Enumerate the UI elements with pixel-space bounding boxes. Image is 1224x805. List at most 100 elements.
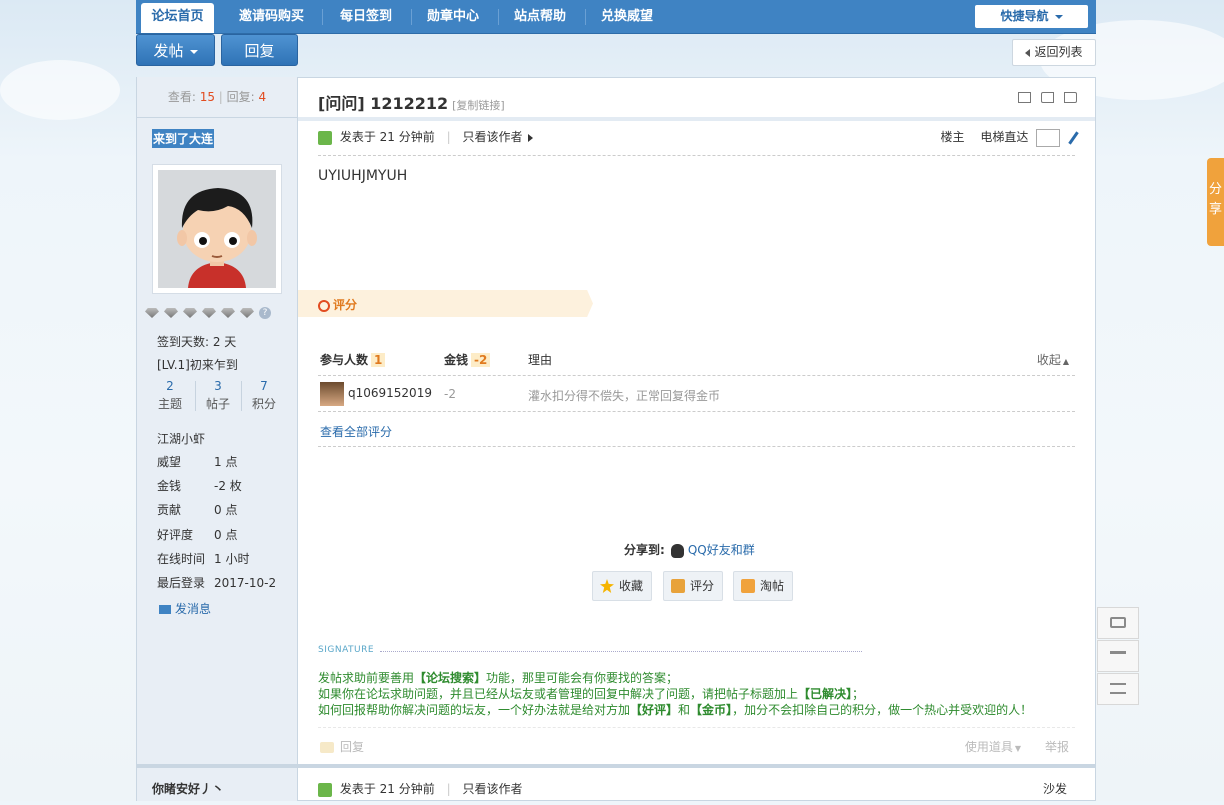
count-posts[interactable]: 3 帖子: [195, 377, 241, 413]
count-threads[interactable]: 2 主题: [147, 377, 193, 413]
chevron-up-icon: ▲: [1062, 357, 1069, 366]
signature-text: 发帖求助前要善用: [318, 671, 415, 685]
post-status-icon: [318, 782, 332, 797]
profile-value: 0 点: [214, 503, 238, 517]
signature-line-2: 如果你在论坛求助问题，并且已经从坛友或者管理的回复中解决了问题，请把帖子标题加上…: [318, 685, 864, 702]
new-post-button[interactable]: 发帖: [136, 34, 215, 66]
back-to-list-label: 返回列表: [1034, 45, 1083, 59]
nav-divider: [498, 9, 499, 25]
col-reason: 理由: [528, 353, 553, 367]
nav-daily-checkin[interactable]: 每日签到: [340, 0, 392, 33]
back-to-list-button[interactable]: 返回列表: [1012, 39, 1096, 66]
profile-key: 贡献: [157, 503, 182, 517]
nav-site-help[interactable]: 站点帮助: [514, 0, 566, 33]
next-post-meta-left: 发表于 21 分钟前 | 只看该作者: [318, 780, 522, 797]
copy-link[interactable]: [复制链接]: [452, 99, 505, 112]
top-nav: 论坛首页 邀请码购买 每日签到 勋章中心 站点帮助 兑换威望: [136, 0, 1096, 34]
chevron-down-icon: [1054, 14, 1063, 19]
medal-row: ?: [145, 307, 271, 321]
send-message-label: 发消息: [175, 602, 212, 616]
elevator-label: 电梯直达: [980, 130, 1029, 144]
nav-divider: [585, 9, 586, 25]
prev-thread-icon[interactable]: [1041, 92, 1055, 103]
rater-money: -2: [444, 387, 456, 401]
profile-row: 金钱 -2 枚: [157, 477, 242, 494]
col-participants-label: 参与人数: [320, 353, 369, 367]
user-rank[interactable]: 江湖小虾: [157, 430, 205, 447]
quick-reply-button[interactable]: [1097, 607, 1139, 639]
signature-line-1: 发帖求助前要善用【论坛搜索】功能，那里可能会有你要找的答案；: [318, 669, 678, 686]
send-message-link[interactable]: 发消息: [159, 600, 211, 617]
next-thread-icon[interactable]: [1064, 92, 1077, 103]
next-post-author-block: 你睹安好丿丶: [137, 764, 297, 796]
next-only-author-link[interactable]: 只看该作者: [462, 782, 522, 796]
rater-avatar[interactable]: [320, 382, 344, 406]
user-level[interactable]: [LV.1]初来乍到: [157, 356, 238, 373]
nav-exchange-prestige[interactable]: 兑换威望: [601, 0, 653, 33]
use-tool-label: 使用道具: [964, 740, 1013, 754]
print-icon[interactable]: [1018, 92, 1032, 103]
reply-link[interactable]: 回复: [320, 738, 364, 755]
only-author-link[interactable]: 只看该作者: [462, 130, 522, 144]
post-content: UYIUHJMYUH: [318, 168, 408, 184]
avatar[interactable]: [152, 164, 282, 294]
share-to: 分享到: QQ好友和群: [624, 541, 755, 558]
collapse-link[interactable]: 收起 ▲: [1037, 351, 1069, 368]
rating-banner-label: 评分: [318, 296, 357, 313]
nav-buy-invite[interactable]: 邀请码购买: [239, 0, 304, 33]
view-all-ratings-link[interactable]: 查看全部评分: [320, 423, 392, 440]
floor-label: 楼主: [940, 130, 965, 144]
nav-forum-home[interactable]: 论坛首页: [141, 3, 214, 33]
profile-row: 在线时间 1 小时: [157, 550, 249, 567]
checkin-days: 签到天数: 2 天: [157, 335, 237, 349]
rate-button[interactable]: 评分: [663, 571, 723, 601]
star-icon: [600, 579, 614, 593]
quick-nav-button[interactable]: 快捷导航: [975, 5, 1088, 28]
favorite-label: 收藏: [619, 579, 644, 593]
replies-label: 回复:: [226, 90, 255, 104]
signature-line-3: 如何回报帮助你解决问题的坛友，一个好办法就是给对方加【好评】和【金币】，加分不会…: [318, 701, 1032, 718]
signature-text: 和: [678, 703, 691, 717]
count-value: 7: [260, 379, 268, 393]
list-icon: [1110, 683, 1126, 694]
next-post-time: 发表于 21 分钟前: [339, 782, 435, 796]
avatar-illustration: [158, 170, 276, 288]
profile-key: 好评度: [157, 528, 194, 542]
count-label: 帖子: [205, 397, 230, 411]
rater-reason: 灌水扣分得不偿失，正常回复得金币: [528, 389, 721, 403]
nav-divider: [411, 9, 412, 25]
rating-banner: 评分: [298, 290, 593, 317]
back-to-top-button[interactable]: [1097, 640, 1139, 672]
count-value: 3: [214, 379, 222, 393]
count-label: 主题: [157, 397, 182, 411]
author-name[interactable]: 来到了大连: [152, 129, 215, 148]
next-post-meta: 发表于 21 分钟前 | 只看该作者 沙发: [298, 764, 1095, 805]
col-money-label: 金钱: [444, 353, 469, 367]
help-icon[interactable]: ?: [259, 307, 271, 319]
favorite-button[interactable]: 收藏: [592, 571, 652, 601]
collect-button[interactable]: 淘帖: [733, 571, 793, 601]
count-points[interactable]: 7 积分: [241, 377, 287, 413]
stats-divider: |: [218, 90, 223, 104]
rating-header: 参与人数 1 金钱 -2 理由 收起 ▲: [318, 344, 1075, 376]
profile-value: 1 点: [214, 455, 238, 469]
share-qq-link[interactable]: QQ好友和群: [688, 543, 755, 557]
rater-name[interactable]: q1069152019: [348, 386, 432, 400]
use-tool-menu[interactable]: 使用道具 ▼: [965, 738, 1021, 755]
post-meta-right: 楼主 电梯直达: [940, 128, 1079, 147]
signature-text: ，加分不会扣除自己的积分，做一个热心并受欢迎的人！: [732, 703, 1033, 717]
floor-jump-input[interactable]: [1036, 128, 1061, 147]
thread-title: [问问] 1212212 [复制链接]: [318, 90, 505, 114]
signature-highlight: 【好评】: [630, 703, 679, 717]
nav-medal-center[interactable]: 勋章中心: [427, 0, 479, 33]
tray-icon: [741, 579, 755, 593]
signature-text: 如果你在论坛求助问题，并且已经从坛友或者管理的回复中解决了问题，请把帖子标题加上: [318, 687, 799, 701]
report-link[interactable]: 举报: [1045, 738, 1069, 755]
profile-row: 威望 1 点: [157, 453, 237, 470]
views-label: 查看:: [167, 90, 196, 104]
reply-button[interactable]: 回复: [221, 34, 298, 66]
side-share-tab[interactable]: 分享: [1207, 158, 1224, 246]
return-list-button[interactable]: [1097, 673, 1139, 705]
rating-row: q1069152019 -2 灌水扣分得不偿失，正常回复得金币: [318, 376, 1075, 412]
next-post-author[interactable]: 你睹安好丿丶: [152, 780, 224, 797]
